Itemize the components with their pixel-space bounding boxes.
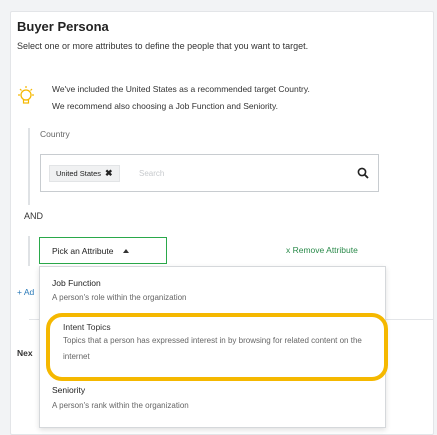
and-operator-label: AND (24, 211, 44, 221)
search-icon[interactable] (357, 167, 369, 179)
tip-text-line-1: We've included the United States as a re… (52, 84, 310, 94)
tip-text-line-2: We recommend also choosing a Job Functio… (52, 101, 279, 111)
group-rule (28, 128, 30, 205)
dropdown-item-title: Intent Topics (63, 322, 111, 332)
country-chip-label: United States (56, 169, 102, 178)
dropdown-item-intent-topics[interactable]: Intent Topics Topics that a person has e… (63, 322, 373, 365)
country-chip: United States ✖ (49, 165, 120, 182)
page-title: Buyer Persona (17, 19, 109, 34)
dropdown-item-description: A person's role within the organization (52, 293, 187, 302)
country-search-input[interactable] (139, 165, 339, 182)
caret-up-icon (123, 248, 130, 253)
dropdown-item-seniority[interactable]: Seniority A person's rank within the org… (52, 385, 375, 413)
dropdown-item-job-function[interactable]: Job Function A person's role within the … (52, 278, 375, 305)
lightbulb-icon (18, 86, 34, 104)
dropdown-item-description: A person's rank within the organization (52, 401, 189, 410)
chip-remove-icon[interactable]: ✖ (105, 168, 113, 179)
next-section-label: Nex (17, 348, 33, 358)
dropdown-item-description: Topics that a person has expressed inter… (63, 336, 362, 361)
group-rule (28, 236, 30, 266)
pick-attribute-button[interactable]: Pick an Attribute (39, 237, 167, 264)
pick-attribute-label: Pick an Attribute (52, 245, 114, 256)
dropdown-item-title: Job Function (52, 278, 101, 288)
country-select[interactable]: United States ✖ (40, 154, 379, 192)
page-subtitle: Select one or more attributes to define … (17, 41, 309, 51)
dropdown-item-title: Seniority (52, 385, 86, 395)
country-label: Country (40, 129, 70, 139)
remove-attribute-link[interactable]: x Remove Attribute (286, 245, 358, 255)
add-attribute-link[interactable]: + Ad (17, 287, 40, 297)
